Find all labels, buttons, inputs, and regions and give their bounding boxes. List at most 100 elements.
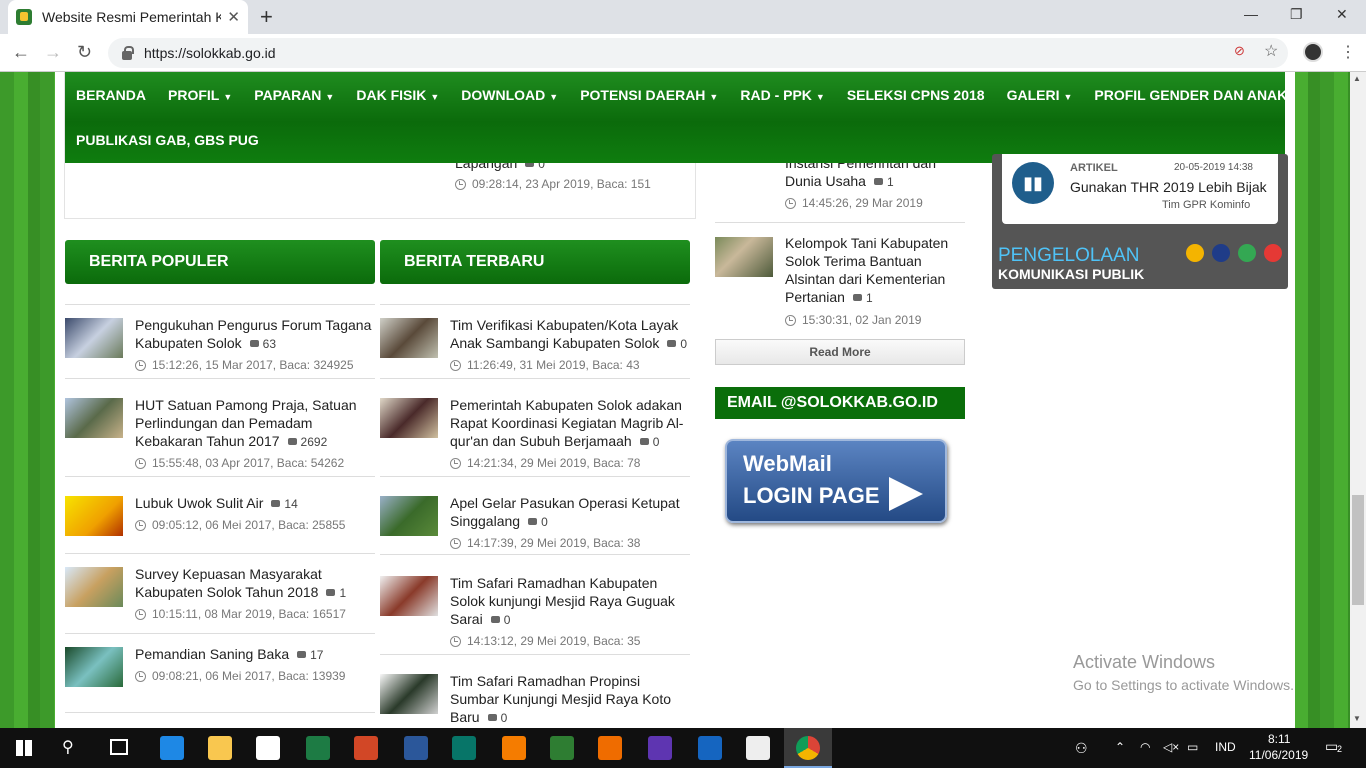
nav-item-galeri[interactable]: GALERI ▼ [996, 87, 1084, 103]
laporan-gpr-icon[interactable] [1186, 244, 1204, 262]
caret-down-icon: ▼ [223, 92, 233, 102]
webmail-login-button[interactable]: WebMail LOGIN PAGE [725, 439, 947, 523]
siaran-gpr-icon[interactable] [1264, 244, 1282, 262]
maximize-button[interactable]: ❐ [1290, 6, 1303, 23]
clock-icon [135, 457, 146, 469]
divider [380, 304, 690, 305]
artikel-gpr-icon[interactable] [1212, 244, 1230, 262]
chevron-up-icon[interactable]: ⌃ [1115, 740, 1125, 754]
chrome-icon [796, 736, 820, 760]
windows-taskbar: ⚲ ⚇ ⌃ ◠ ◁× ▭ IND 8:11 11/06/2019 ▭ 2 [0, 728, 1366, 768]
article-title[interactable]: Tim Safari Ramadhan Propinsi Sumbar Kunj… [450, 672, 690, 727]
nav-item-profil[interactable]: PROFIL ▼ [157, 87, 243, 103]
minimize-button[interactable]: — [1244, 6, 1258, 22]
article-title[interactable]: Tim Verifikasi Kabupaten/Kota Layak Anak… [450, 316, 690, 353]
clock-date[interactable]: 11/06/2019 [1249, 748, 1308, 762]
article-title[interactable]: Pemandian Saning Baka 17 [135, 645, 375, 664]
news-thumbnail[interactable] [715, 237, 773, 277]
clock-icon [135, 608, 146, 620]
nav-item-dak-fisik[interactable]: DAK FISIK ▼ [345, 87, 450, 103]
news-thumbnail[interactable] [380, 576, 438, 616]
book-icon: ▮▮ [1012, 162, 1054, 204]
task-view-icon[interactable] [110, 739, 128, 755]
news-thumbnail[interactable] [65, 318, 123, 358]
article-title[interactable]: Tim Safari Ramadhan Kabupaten Solok kunj… [450, 574, 690, 629]
nav-item-beranda[interactable]: BERANDA [65, 87, 157, 103]
scrollbar-thumb[interactable] [1352, 495, 1364, 605]
article-title-text: Survey Kepuasan Masyarakat Kabupaten Sol… [135, 566, 322, 600]
vlc-icon[interactable] [502, 736, 526, 760]
network-icon[interactable]: ◠ [1140, 740, 1150, 754]
new-tab-button[interactable]: + [260, 4, 273, 30]
publisher-icon[interactable] [452, 736, 476, 760]
chrome-taskbar-button[interactable] [784, 728, 832, 768]
scroll-up-icon[interactable]: ▲ [1353, 74, 1361, 83]
news-thumbnail[interactable] [380, 398, 438, 438]
article-title[interactable]: Pengukuhan Pengurus Forum Tagana Kabupat… [135, 316, 375, 353]
powerpoint-icon[interactable] [354, 736, 378, 760]
activate-windows-title: Activate Windows [1073, 652, 1216, 672]
news-thumbnail[interactable] [380, 318, 438, 358]
news-thumbnail[interactable] [65, 647, 123, 687]
people-icon[interactable]: ⚇ [1075, 740, 1088, 757]
file-explorer-icon[interactable] [208, 736, 232, 760]
article-meta: 10:15:11, 08 Mar 2019, Baca: 16517 [135, 607, 346, 621]
article-title[interactable]: Survey Kepuasan Masyarakat Kabupaten Sol… [135, 565, 375, 602]
address-bar[interactable]: https://solokkab.go.id ⊘ ☆ [108, 38, 1288, 68]
nav-item-profil-gender-dan-anak[interactable]: PROFIL GENDER DAN ANAK [1083, 87, 1298, 103]
clock-icon [785, 314, 796, 326]
news-thumbnail[interactable] [65, 496, 123, 536]
store-icon[interactable] [256, 736, 280, 760]
back-icon[interactable]: ← [12, 42, 30, 63]
lock-icon [122, 45, 134, 60]
uc-browser-icon[interactable] [598, 736, 622, 760]
nav-item-paparan[interactable]: PAPARAN ▼ [243, 87, 345, 103]
nav-item-seleksi-cpns-2018[interactable]: SELEKSI CPNS 2018 [836, 87, 996, 103]
windows-start-icon[interactable] [16, 740, 32, 756]
news-thumbnail[interactable] [380, 674, 438, 714]
info-grafis-icon[interactable] [1238, 244, 1256, 262]
nav-item-publikasi-gab-gbs-pug[interactable]: PUBLIKASI GAB, GBS PUG [65, 132, 270, 148]
nav-item-download[interactable]: DOWNLOAD ▼ [450, 87, 569, 103]
clock-time[interactable]: 8:11 [1268, 732, 1290, 746]
search-icon[interactable]: ⚲ [62, 737, 74, 757]
profile-avatar[interactable] [1303, 42, 1323, 62]
browser-tab[interactable]: Website Resmi Pemerintah Kabupaten Solok… [8, 0, 248, 34]
nav-item-potensi-daerah[interactable]: POTENSI DAERAH ▼ [569, 87, 729, 103]
menu-kebab-icon[interactable]: ⋮ [1340, 42, 1356, 62]
reload-icon[interactable]: ↻ [77, 42, 92, 63]
close-window-button[interactable]: ✕ [1336, 6, 1348, 23]
app-triangle-icon[interactable] [550, 736, 574, 760]
news-thumbnail[interactable] [65, 567, 123, 607]
forward-icon[interactable]: → [44, 42, 62, 63]
internet-explorer-icon[interactable] [698, 736, 722, 760]
nav-item-label: GALERI [1006, 87, 1060, 103]
mail-icon[interactable] [746, 736, 770, 760]
nav-item-rad-ppk[interactable]: RAD - PPK ▼ [729, 87, 835, 103]
language-indicator[interactable]: IND [1215, 740, 1236, 754]
scroll-down-icon[interactable]: ▼ [1353, 714, 1361, 723]
comment-count: 0 [541, 515, 548, 529]
page-scrollbar[interactable] [1350, 72, 1366, 728]
divider [65, 712, 375, 713]
gpr-card[interactable]: ▮▮ ARTIKEL 20-05-2019 14:38 Gunakan THR … [1002, 154, 1278, 224]
article-title[interactable]: HUT Satuan Pamong Praja, Satuan Perlindu… [135, 396, 375, 451]
app-icon[interactable] [648, 736, 672, 760]
article-title[interactable]: Apel Gelar Pasukan Operasi Ketupat Singg… [450, 494, 690, 531]
edge-icon[interactable] [160, 736, 184, 760]
article-title[interactable]: Lubuk Uwok Sulit Air 14 [135, 494, 375, 513]
word-icon[interactable] [404, 736, 428, 760]
volume-muted-icon[interactable]: ◁× [1163, 740, 1179, 754]
news-thumbnail[interactable] [380, 496, 438, 536]
read-more-button[interactable]: Read More [715, 339, 965, 365]
article-title[interactable]: Kelompok Tani Kabupaten Solok Terima Ban… [785, 234, 965, 307]
article-title[interactable]: Pemerintah Kabupaten Solok adakan Rapat … [450, 396, 690, 451]
article-meta-text: 14:17:39, 29 Mei 2019, Baca: 38 [467, 536, 641, 550]
blocked-popup-icon[interactable]: ⊘ [1234, 43, 1245, 59]
battery-icon[interactable]: ▭ [1187, 740, 1198, 754]
close-tab-icon[interactable]: ✕ [227, 8, 240, 26]
news-thumbnail[interactable] [65, 398, 123, 438]
bookmark-star-icon[interactable]: ☆ [1264, 41, 1278, 61]
email-banner[interactable]: EMAIL @SOLOKKAB.GO.ID [715, 387, 965, 419]
excel-icon[interactable] [306, 736, 330, 760]
